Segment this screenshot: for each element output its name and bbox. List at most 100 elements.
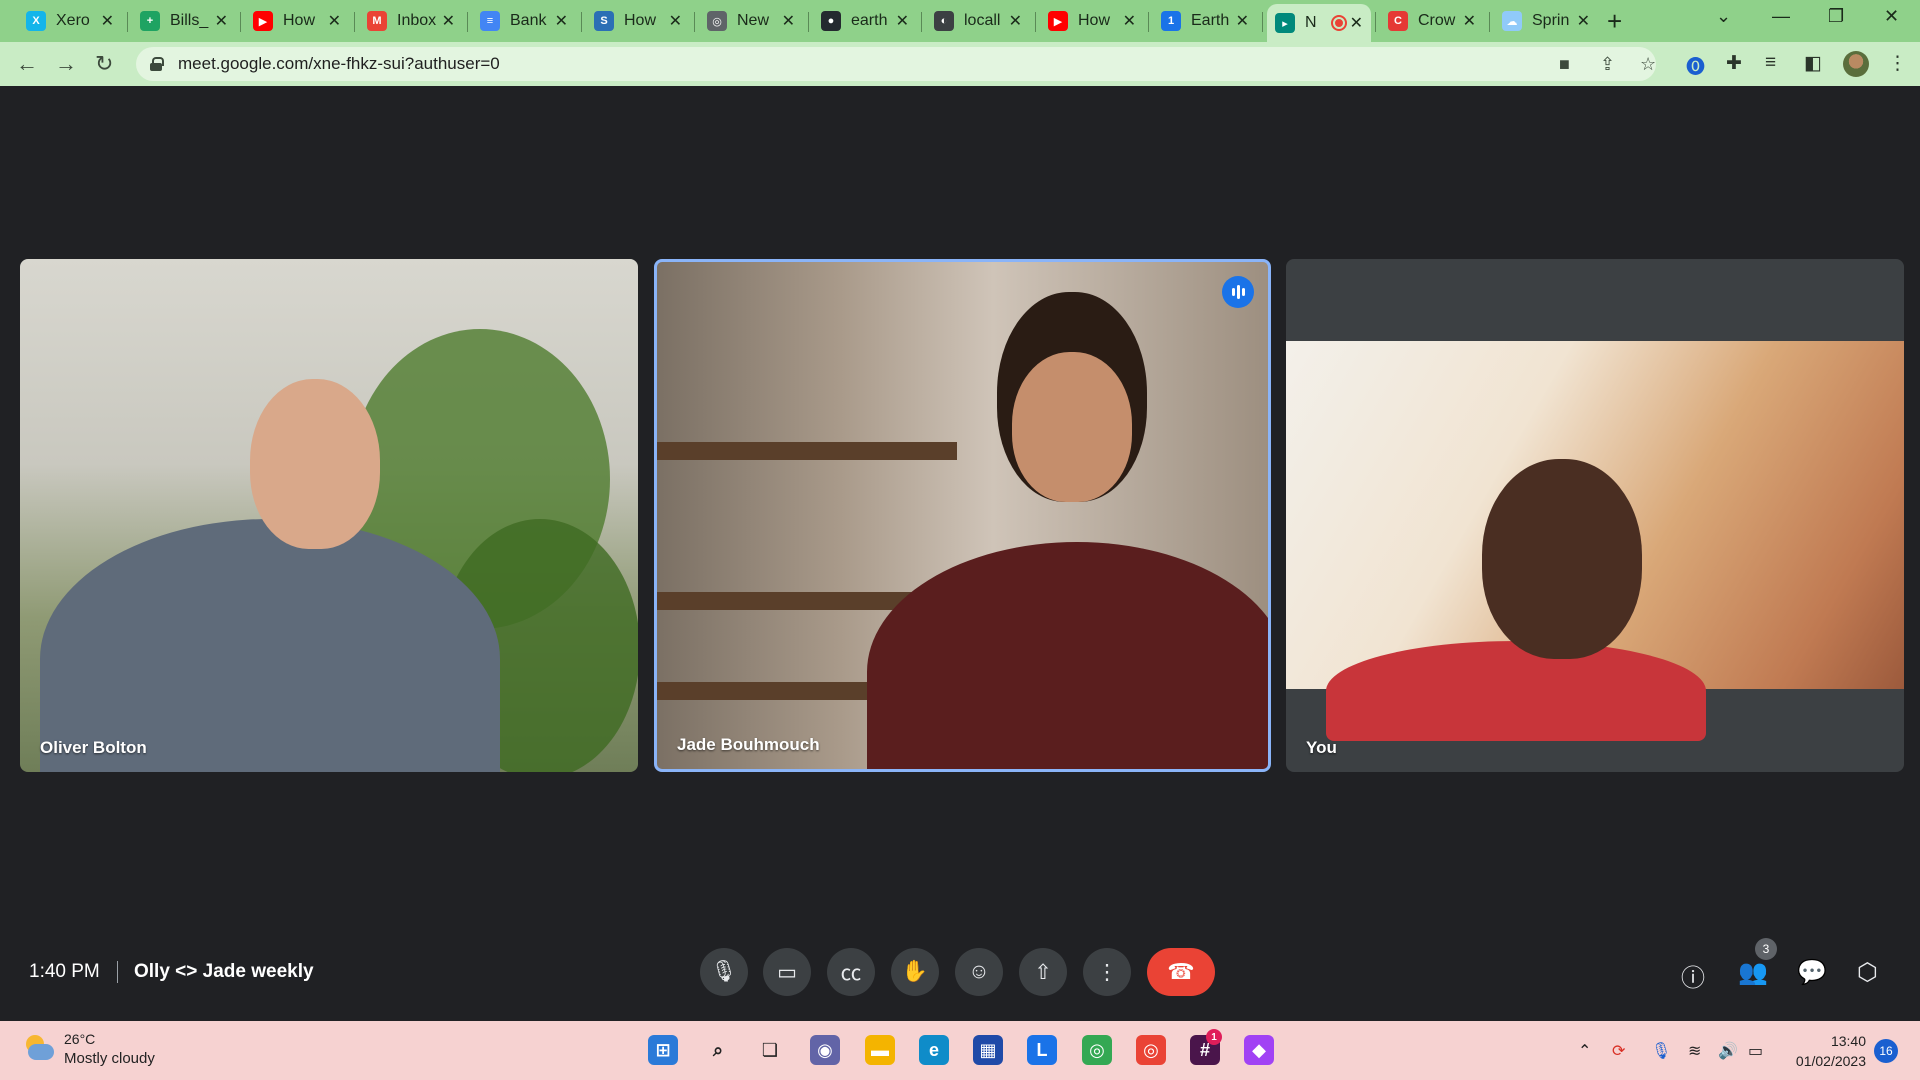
l-app-icon[interactable]: L	[1027, 1035, 1057, 1065]
microphone-button[interactable]: 🎙	[700, 948, 748, 996]
present-screen-button[interactable]: ⇧	[1019, 948, 1067, 996]
bookmark-star-icon[interactable]: ☆	[1640, 54, 1656, 75]
leave-call-button[interactable]: ☎	[1147, 948, 1215, 996]
participant-tile-oliver[interactable]: Oliver Bolton	[20, 259, 638, 772]
forward-icon[interactable]: →	[55, 51, 77, 77]
search-icon[interactable]: ⌕	[703, 1035, 733, 1065]
browser-tab[interactable]: ◎ New ✕	[699, 4, 803, 38]
browser-tab[interactable]: S How ✕	[586, 4, 690, 38]
profile-avatar[interactable]	[1843, 51, 1869, 77]
close-tab-icon[interactable]: ✕	[215, 11, 228, 31]
tab-separator	[127, 12, 128, 32]
reactions-button[interactable]: ☺	[955, 948, 1003, 996]
activities-icon[interactable]: ⬡	[1857, 958, 1878, 987]
more-vert-icon: ⋮	[1096, 960, 1118, 984]
chrome-profile-2-icon[interactable]: ◎	[1136, 1035, 1166, 1065]
restore-icon[interactable]: ❐	[1828, 6, 1844, 27]
browser-tab[interactable]: ▶ How ✕	[1040, 4, 1144, 38]
participant-tile-jade[interactable]: Jade Bouhmouch	[654, 259, 1271, 772]
close-tab-icon[interactable]: ✕	[101, 11, 114, 31]
tab-separator	[694, 12, 695, 32]
address-bar[interactable]: meet.google.com/xne-fhkz-sui?authuser=0	[136, 47, 1656, 81]
menu-icon[interactable]: ⋮	[1888, 52, 1907, 75]
tab-title: How	[624, 12, 657, 29]
battery-icon[interactable]: ▭	[1748, 1041, 1763, 1061]
share-icon[interactable]: ⇪	[1600, 54, 1615, 75]
raise-hand-button[interactable]: ✋	[891, 948, 939, 996]
wifi-icon[interactable]: ≋	[1688, 1041, 1701, 1061]
browser-tab[interactable]: ● earth ✕	[813, 4, 917, 38]
tab-title: Earth	[1191, 12, 1230, 29]
file-explorer-icon[interactable]: ▬	[865, 1035, 895, 1065]
browser-tab[interactable]: + Bills_ ✕	[132, 4, 236, 38]
captions-button[interactable]: ㏄	[827, 948, 875, 996]
close-tab-icon[interactable]: ✕	[1463, 11, 1476, 31]
back-icon[interactable]: ←	[16, 51, 38, 77]
browser-tab[interactable]: ▶ How ✕	[245, 4, 349, 38]
tab-title: How	[283, 12, 316, 29]
browser-tab[interactable]: X Xero ✕	[18, 4, 122, 38]
chat-icon[interactable]: 💬	[1797, 958, 1827, 987]
browser-tab[interactable]: 1 Earth ✕	[1153, 4, 1257, 38]
browser-tab[interactable]: ◐ locall ✕	[926, 4, 1030, 38]
tab-search-icon[interactable]: ⌄	[1716, 6, 1731, 27]
close-tab-icon[interactable]: ✕	[1350, 13, 1363, 33]
close-tab-icon[interactable]: ✕	[782, 11, 795, 31]
meeting-details-icon[interactable]: ⓘ	[1681, 958, 1705, 993]
reload-icon[interactable]: ↻	[95, 51, 113, 77]
system-clock[interactable]: 13:40 01/02/2023	[1786, 1031, 1866, 1071]
tab-favicon-icon: C	[1388, 11, 1408, 31]
media-controls-icon[interactable]: ≡	[1765, 52, 1776, 74]
close-tab-icon[interactable]: ✕	[328, 11, 341, 31]
notification-count-badge[interactable]: 16	[1874, 1039, 1898, 1063]
tab-favicon-icon: ◐	[934, 11, 954, 31]
close-tab-icon[interactable]: ✕	[896, 11, 909, 31]
show-hidden-icons-icon[interactable]: ⌃	[1578, 1041, 1591, 1061]
weather-cloudy-icon[interactable]	[22, 1035, 54, 1061]
browser-tab[interactable]: ≡ Bank ✕	[472, 4, 576, 38]
tab-separator	[581, 12, 582, 32]
volume-icon[interactable]: 🔊	[1718, 1041, 1738, 1061]
tab-title: N	[1305, 14, 1317, 31]
chrome-profile-1-icon[interactable]: ◎	[1082, 1035, 1112, 1065]
close-tab-icon[interactable]: ✕	[1236, 11, 1249, 31]
browser-tab[interactable]: ▸ N ✕	[1267, 4, 1371, 42]
browser-tab[interactable]: M Inbox ✕	[359, 4, 463, 38]
camera-button[interactable]: ▭	[763, 948, 811, 996]
close-tab-icon[interactable]: ✕	[1123, 11, 1136, 31]
weather-temperature[interactable]: 26°C	[64, 1031, 95, 1047]
more-options-button[interactable]: ⋮	[1083, 948, 1131, 996]
edge-icon[interactable]: e	[919, 1035, 949, 1065]
people-icon[interactable]: 👥	[1738, 958, 1768, 987]
start-icon[interactable]: ⊞	[648, 1035, 678, 1065]
tab-title: Inbox	[397, 12, 437, 29]
captions-icon: ㏄	[840, 962, 862, 985]
sync-icon[interactable]: ⟳	[1612, 1041, 1625, 1061]
store-icon[interactable]: ▦	[973, 1035, 1003, 1065]
tab-favicon-icon: ◎	[707, 11, 727, 31]
new-tab-button[interactable]: +	[1607, 6, 1622, 37]
task-view-icon[interactable]: ❏	[755, 1035, 785, 1065]
weather-condition[interactable]: Mostly cloudy	[64, 1050, 155, 1067]
close-tab-icon[interactable]: ✕	[1577, 11, 1590, 31]
close-window-icon[interactable]: ✕	[1884, 6, 1899, 27]
person-face	[1012, 352, 1132, 502]
participant-tile-you[interactable]: You	[1286, 259, 1904, 772]
camera-in-use-icon[interactable]: ■	[1559, 54, 1570, 75]
teams-chat-icon[interactable]: ◉	[810, 1035, 840, 1065]
lock-icon	[150, 57, 164, 71]
app-diamond-icon[interactable]: ◆	[1244, 1035, 1274, 1065]
close-tab-icon[interactable]: ✕	[442, 11, 455, 31]
browser-tab[interactable]: ☁ Sprin ✕	[1494, 4, 1598, 38]
close-tab-icon[interactable]: ✕	[555, 11, 568, 31]
close-tab-icon[interactable]: ✕	[669, 11, 682, 31]
browser-tab[interactable]: C Crow ✕	[1380, 4, 1484, 38]
close-tab-icon[interactable]: ✕	[1009, 11, 1022, 31]
password-manager-icon[interactable]: ⓿	[1686, 52, 1705, 79]
side-panel-icon[interactable]: ◧	[1804, 52, 1822, 75]
url-text[interactable]: meet.google.com/xne-fhkz-sui?authuser=0	[178, 54, 500, 74]
extensions-icon[interactable]: ✚	[1726, 52, 1742, 75]
minimize-icon[interactable]: —	[1772, 6, 1790, 27]
microphone-in-use-icon[interactable]: 🎙	[1651, 1041, 1671, 1061]
tab-separator	[467, 12, 468, 32]
